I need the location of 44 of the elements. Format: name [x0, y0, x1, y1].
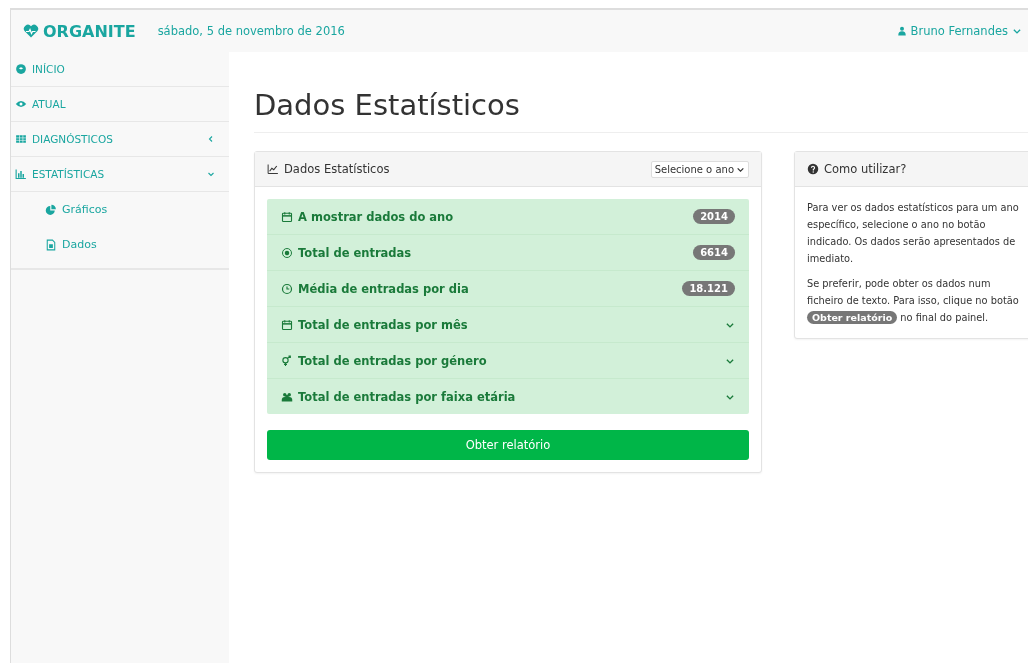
sidebar-item[interactable]: ATUAL	[11, 87, 229, 122]
heart-icon	[23, 23, 39, 39]
gender-icon	[281, 354, 293, 367]
help-paragraph: Se preferir, pode obter os dados num ficheiro de texto. Para isso, clique no botão Obter relatório no final do painel.	[807, 277, 1020, 326]
count-badge: 18.121	[682, 281, 735, 296]
report-button[interactable]: Obter relatório	[267, 430, 749, 460]
sidebar-item[interactable]: INÍCIO	[11, 52, 229, 87]
brand-name: ORGANITE	[43, 21, 136, 41]
stats-row: A mostrar dados do ano 2014	[267, 199, 749, 234]
sidebar-item[interactable]: DIAGNÓSTICOS	[11, 122, 229, 157]
page-title: Dados Estatísticos	[254, 88, 1028, 133]
report-badge: Obter relatório	[807, 311, 898, 324]
year-select[interactable]: Selecione o ano	[650, 160, 749, 178]
brand-logo[interactable]: ORGANITE	[23, 21, 136, 41]
line-icon	[267, 163, 279, 175]
cube-icon	[15, 63, 27, 75]
date-text: sábado, 5 de novembro de 2016	[157, 24, 345, 38]
stats-row: Total de entradas 6614	[267, 234, 749, 270]
stats-row: Média de entradas por dia 18.121	[267, 270, 749, 306]
calendar-icon	[281, 318, 293, 331]
user-icon	[896, 26, 907, 36]
calendar-icon	[281, 210, 293, 223]
stats-row[interactable]: Total de entradas por faixa etária	[267, 378, 749, 414]
panel-title: Como utilizar?	[824, 162, 907, 176]
count-badge: 6614	[693, 245, 735, 260]
help-paragraph: Para ver os dados estatísticos para um ano específico, selecione o ano no botão indicado. Os dados serão apresentados de imediato.	[807, 201, 1020, 266]
dot-icon	[281, 246, 293, 259]
stats-row[interactable]: Total de entradas por género	[267, 342, 749, 378]
chev-down-icon	[1012, 26, 1022, 36]
sidebar-item[interactable]: ESTATÍSTICAS	[11, 157, 229, 192]
user-menu[interactable]: Bruno Fernandes	[896, 24, 1022, 38]
stats-row[interactable]: Total de entradas por mês	[267, 306, 749, 342]
question-icon	[807, 163, 819, 175]
chart-icon	[15, 168, 27, 180]
panel-title: Dados Estatísticos	[284, 162, 390, 176]
table-icon	[15, 133, 27, 145]
chev-down-icon	[207, 170, 215, 178]
count-badge: 2014	[693, 209, 735, 224]
clock-icon	[281, 282, 293, 295]
pie-icon	[45, 203, 57, 216]
chev-left-icon	[207, 135, 215, 143]
file-icon	[45, 238, 57, 251]
users-icon	[281, 390, 293, 403]
eye-icon	[15, 98, 27, 110]
